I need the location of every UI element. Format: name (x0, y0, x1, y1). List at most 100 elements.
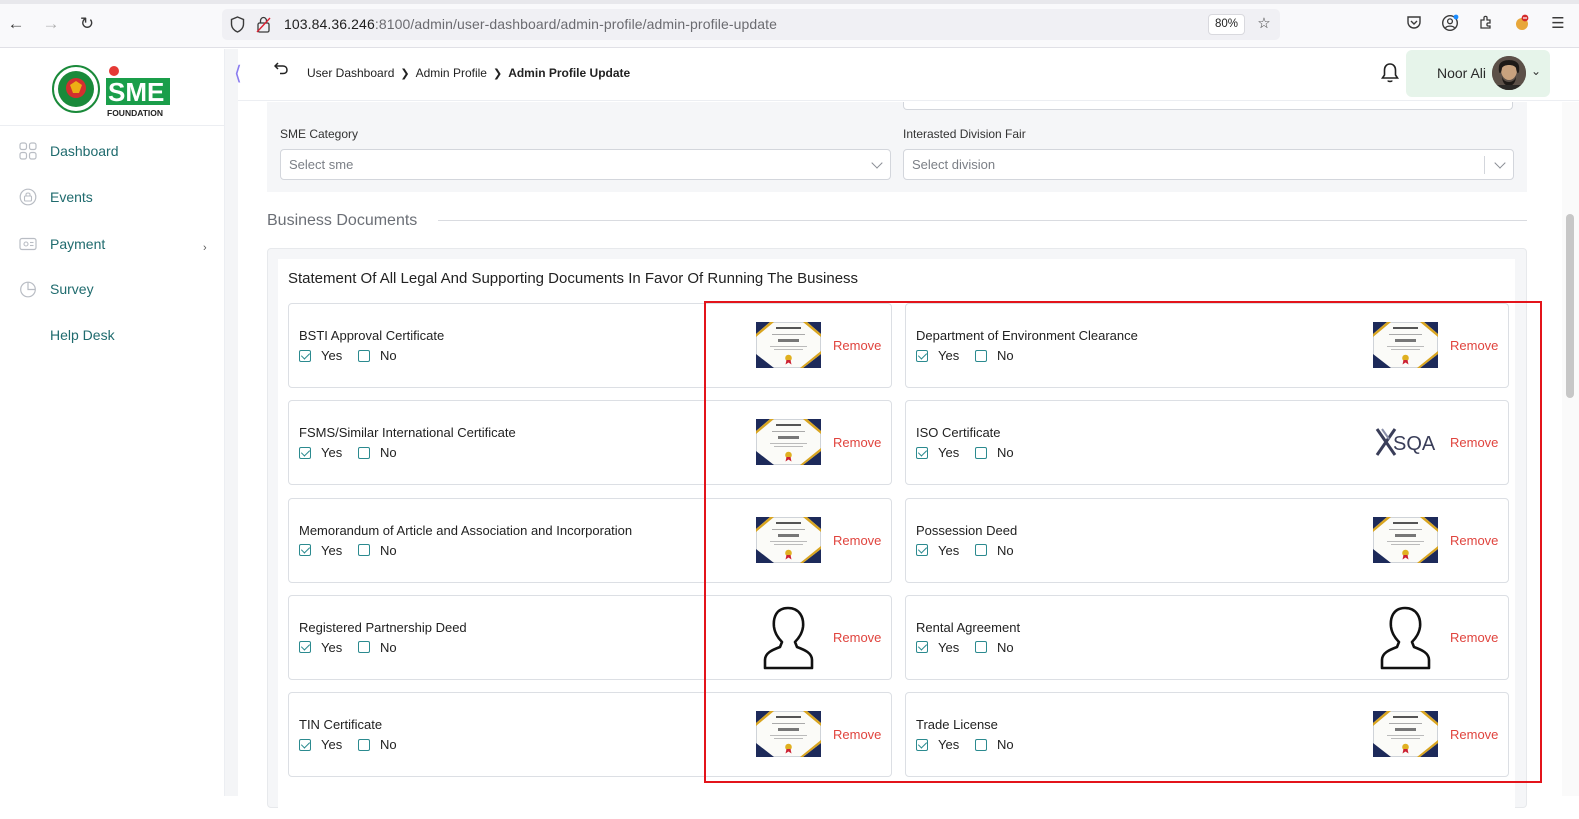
division-placeholder: Select division (912, 157, 996, 172)
address-bar[interactable]: 103.84.36.246:8100/admin/user-dashboard/… (222, 9, 1280, 40)
document-title: TIN Certificate (299, 717, 383, 733)
division-select[interactable]: Select division (903, 149, 1514, 180)
url-host: 103.84.36.246 (284, 16, 375, 32)
yes-label: Yes (321, 445, 343, 461)
no-option[interactable]: No (358, 737, 397, 752)
no-option[interactable]: No (358, 640, 397, 655)
pocket-icon[interactable] (1404, 14, 1424, 34)
no-label: No (380, 542, 397, 558)
url-text[interactable]: 103.84.36.246:8100/admin/user-dashboard/… (284, 16, 777, 32)
yes-option[interactable]: Yes (299, 543, 342, 558)
grid-icon (18, 141, 38, 161)
breadcrumb-user-dashboard[interactable]: User Dashboard (307, 66, 394, 80)
scrollbar[interactable] (1562, 102, 1579, 796)
no-label: No (380, 445, 397, 461)
collapse-sidebar-icon[interactable]: ⟨ (234, 61, 242, 86)
sidebar-item-label: Events (50, 189, 93, 205)
sidebar-item-payment[interactable]: Payment (18, 232, 105, 256)
back-arrow-icon[interactable]: ← (6, 14, 26, 34)
lock-icon (18, 187, 38, 207)
yes-label: Yes (321, 639, 343, 655)
yes-option[interactable]: Yes (299, 348, 342, 363)
sidebar: SME FOUNDATION Dashboard Events › Paymen… (0, 49, 225, 796)
undo-back-icon[interactable] (273, 61, 288, 80)
no-checkbox[interactable] (358, 544, 370, 557)
chevron-down-icon (1494, 157, 1506, 169)
menu-icon[interactable]: ☰ (1548, 14, 1568, 34)
avatar (1492, 56, 1526, 90)
document-title: BSTI Approval Certificate (299, 328, 445, 343)
highlight-box (704, 301, 1542, 783)
no-option[interactable]: No (358, 543, 397, 558)
no-label: No (380, 737, 397, 753)
logo-foundation-text: FOUNDATION (107, 108, 163, 118)
logo-letters: SME (108, 77, 164, 107)
breadcrumb-admin-profile[interactable]: Admin Profile (416, 66, 487, 80)
no-option[interactable]: No (358, 348, 397, 363)
yes-checkbox[interactable] (299, 544, 311, 557)
sidebar-item-label: Payment (50, 236, 106, 252)
chevron-right-icon: ❯ (492, 67, 503, 80)
sme-category-select[interactable]: Select sme (280, 149, 891, 180)
yes-label: Yes (321, 542, 343, 558)
reload-icon[interactable]: ↻ (77, 14, 97, 34)
scrollbar-thumb[interactable] (1566, 214, 1574, 398)
notification-bell-icon[interactable] (1380, 62, 1400, 84)
divider (438, 220, 1527, 221)
sidebar-item-label: Survey (50, 281, 94, 297)
user-name: Noor Ali (1437, 65, 1487, 81)
document-title: Registered Partnership Deed (299, 619, 467, 635)
previous-field-bottom (903, 102, 1513, 110)
yes-checkbox[interactable] (299, 738, 311, 751)
extensions-icon[interactable] (1476, 14, 1496, 34)
sme-category-placeholder: Select sme (289, 157, 354, 172)
section-title: Business Documents (267, 212, 418, 229)
divider (0, 125, 224, 126)
yes-checkbox[interactable] (299, 446, 311, 459)
no-label: No (380, 348, 397, 363)
yes-option[interactable]: Yes (299, 445, 342, 460)
chevron-right-icon[interactable]: › (203, 242, 207, 254)
sidebar-gutter (225, 49, 238, 796)
yes-option[interactable]: Yes (299, 640, 342, 655)
document-title: FSMS/Similar International Certificate (299, 425, 516, 441)
yes-label: Yes (321, 737, 343, 753)
sidebar-item-survey[interactable]: Survey (18, 277, 94, 301)
breadcrumb: User Dashboard ❯ Admin Profile ❯ Admin P… (307, 66, 630, 80)
sidebar-item-label: Help Desk (50, 327, 115, 343)
divider (1484, 156, 1485, 174)
account-icon[interactable] (1440, 14, 1460, 34)
extension-badge-icon[interactable] (1512, 14, 1532, 34)
sidebar-item-help-desk[interactable]: Help Desk (50, 323, 115, 347)
sidebar-item-events[interactable]: Events (18, 185, 93, 209)
top-header: ⟨ User Dashboard ❯ Admin Profile ❯ Admin… (234, 49, 1579, 101)
pie-chart-icon (18, 279, 38, 299)
yes-label: Yes (321, 348, 343, 363)
tab-strip (0, 0, 1579, 4)
sidebar-item-dashboard[interactable]: Dashboard (18, 139, 119, 163)
no-checkbox[interactable] (358, 349, 370, 362)
documents-heading: Statement Of All Legal And Supporting Do… (288, 270, 859, 287)
division-label: Interasted Division Fair (903, 127, 1026, 141)
shield-icon (230, 16, 245, 33)
yes-option[interactable]: Yes (299, 737, 342, 752)
yes-checkbox[interactable] (299, 641, 311, 654)
no-checkbox[interactable] (358, 446, 370, 459)
no-checkbox[interactable] (358, 738, 370, 751)
url-path: :8100/admin/user-dashboard/admin-profile… (374, 16, 778, 32)
forward-arrow-icon[interactable]: → (41, 14, 61, 34)
zoom-level-badge[interactable]: 80% (1208, 14, 1246, 35)
breadcrumb-current: Admin Profile Update (508, 66, 631, 80)
no-label: No (380, 639, 397, 655)
no-option[interactable]: No (358, 445, 397, 460)
yes-checkbox[interactable] (299, 349, 311, 362)
document-title: Memorandum of Article and Association an… (299, 522, 633, 538)
chevron-down-icon: ⌄ (1531, 64, 1542, 78)
user-menu[interactable]: Noor Ali ⌄ (1406, 50, 1550, 97)
chevron-down-icon (871, 157, 883, 169)
no-checkbox[interactable] (358, 641, 370, 654)
sme-foundation-logo[interactable]: SME FOUNDATION (52, 59, 174, 119)
chevron-right-icon: ❯ (400, 67, 410, 80)
bookmark-star-icon[interactable]: ☆ (1254, 14, 1274, 34)
browser-toolbar: ← → ↻ 103.84.36.246:8100/admin/user-dash… (0, 0, 1579, 48)
